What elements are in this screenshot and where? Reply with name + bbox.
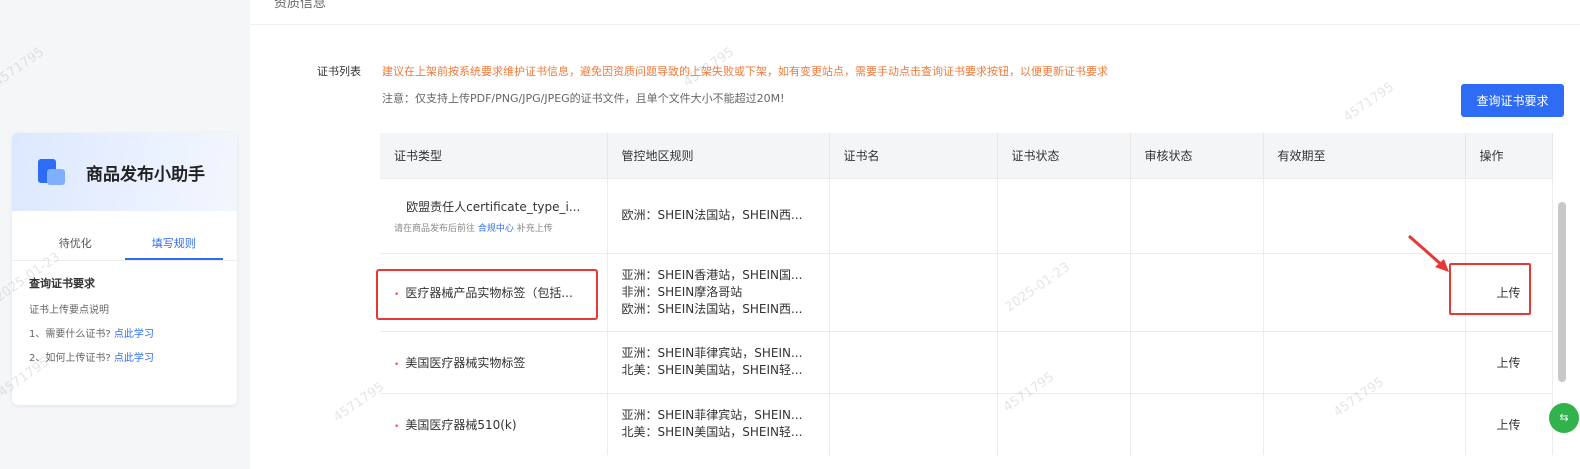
review-status-cell	[1130, 392, 1264, 455]
cert-status-cell	[997, 330, 1131, 393]
col-header-cert-type: 证书类型	[380, 133, 608, 178]
cert-list-label: 证书列表	[317, 65, 361, 78]
watermark: 4571795	[0, 44, 47, 91]
required-mark: •	[394, 359, 400, 370]
cert-type-hint: 请在商品发布后前往 合规中心 补充上传	[394, 221, 607, 234]
highlight-box-medical-label	[376, 269, 598, 320]
region-rules-cell: 亚洲：SHEIN香港站，SHEIN国... 非洲：SHEIN摩洛哥站 欧洲：SH…	[607, 252, 830, 331]
cert-status-cell	[997, 177, 1131, 253]
helper-q2-text: 2、如何上传证书?	[29, 353, 111, 364]
action-cell	[1465, 177, 1553, 253]
helper-heading: 查询证书要求	[29, 277, 95, 290]
region-rule: 亚洲：SHEIN菲律宾站，SHEIN...	[621, 408, 803, 423]
section-title: 资质信息	[274, 0, 327, 11]
cert-type-name: 欧盟责任人certificate_type_i...	[406, 199, 581, 214]
upload-link[interactable]: 上传	[1465, 392, 1553, 455]
helper-q2: 2、如何上传证书? 点此学习	[29, 349, 220, 364]
col-header-valid-until: 有效期至	[1263, 133, 1466, 178]
col-header-region-rules: 管控地区规则	[607, 133, 830, 178]
helper-title: 商品发布小助手	[86, 164, 205, 185]
cert-name-cell	[829, 330, 998, 393]
region-rule: 非洲：SHEIN摩洛哥站	[621, 284, 743, 299]
col-header-cert-status: 证书状态	[997, 133, 1131, 178]
cert-type-cell: • 美国医疗器械实物标签	[380, 330, 608, 393]
region-rule: 亚洲：SHEIN菲律宾站，SHEIN...	[621, 346, 803, 360]
cert-type-cell: 欧盟责任人certificate_type_i... 请在商品发布后前往 合规中…	[380, 177, 608, 253]
cert-name-cell	[829, 177, 998, 253]
table-row: • 美国医疗器械510(k) 亚洲：SHEIN菲律宾站，SHEIN... 北美：S…	[380, 392, 1553, 455]
cert-status-cell	[997, 392, 1131, 455]
floating-helper-button[interactable]: ⇆	[1549, 403, 1579, 433]
col-header-action: 操作	[1465, 133, 1553, 178]
page: 商品发布小助手 待优化 填写规则 查询证书要求 证书上传要点说明 1、需要什么证…	[0, 0, 1580, 469]
region-rule: 欧洲：SHEIN法国站，SHEIN西...	[621, 208, 803, 222]
review-status-cell	[1130, 252, 1264, 331]
highlight-box-upload	[1449, 263, 1531, 315]
table-header-row: 证书类型 管控地区规则 证书名 证书状态 审核状态 有效期至 操作	[380, 133, 1553, 178]
cert-status-cell	[997, 252, 1131, 331]
col-header-cert-name: 证书名	[829, 133, 998, 178]
scrollbar[interactable]	[1558, 202, 1566, 382]
helper-subheading: 证书上传要点说明	[29, 305, 109, 316]
region-rule: 亚洲：SHEIN香港站，SHEIN国...	[621, 267, 803, 282]
cert-type-name: 美国医疗器械510(k)	[405, 417, 517, 432]
cert-hint-prefix: 请在商品发布后前往	[394, 223, 476, 234]
helper-q2-link[interactable]: 点此学习	[114, 353, 154, 364]
region-rules-cell: 亚洲：SHEIN菲律宾站，SHEIN... 北美：SHEIN美国站，SHEIN轻…	[607, 392, 830, 455]
region-rule: 欧洲：SHEIN法国站，SHEIN西...	[621, 301, 803, 316]
table-row: • 美国医疗器械实物标签 亚洲：SHEIN菲律宾站，SHEIN... 北美：SHE…	[380, 330, 1553, 393]
cert-hint-suffix: 补充上传	[516, 223, 553, 234]
region-rules-cell: 亚洲：SHEIN菲律宾站，SHEIN... 北美：SHEIN美国站，SHEIN轻…	[607, 330, 830, 393]
required-mark: •	[394, 421, 400, 432]
helper-q1-text: 1、需要什么证书?	[29, 329, 111, 340]
col-header-review-status: 审核状态	[1130, 133, 1264, 178]
tab-fill-rules[interactable]: 填写规则	[124, 229, 223, 260]
red-arrow-icon	[1408, 234, 1449, 272]
tab-to-optimize[interactable]: 待优化	[26, 229, 125, 260]
helper-q1: 1、需要什么证书? 点此学习	[29, 325, 220, 340]
cert-upload-note: 注意：仅支持上传PDF/PNG/JPG/JPEG的证书文件，且单个文件大小不能超…	[382, 92, 785, 105]
helper-tabs: 待优化 填写规则	[12, 229, 237, 261]
publish-helper-panel: 商品发布小助手 待优化 填写规则 查询证书要求 证书上传要点说明 1、需要什么证…	[12, 133, 237, 405]
region-rules-cell: 欧洲：SHEIN法国站，SHEIN西...	[607, 177, 830, 253]
cert-type-name: 美国医疗器械实物标签	[405, 355, 526, 370]
compliance-center-link[interactable]: 合规中心	[478, 224, 514, 234]
review-status-cell	[1130, 330, 1264, 393]
region-rule: 北美：SHEIN美国站，SHEIN轻...	[621, 363, 803, 377]
helper-header: 商品发布小助手	[12, 133, 237, 211]
section-divider	[250, 24, 1580, 25]
cert-notice: 建议在上架前按系统要求维护证书信息，避免因资质问题导致的上架失败或下架，如有变更…	[382, 65, 1108, 78]
valid-until-cell	[1263, 330, 1466, 393]
region-rule: 北美：SHEIN美国站，SHEIN轻...	[621, 425, 803, 440]
qualification-card: 资质信息 证书列表 建议在上架前按系统要求维护证书信息，避免因资质问题导致的上架…	[250, 0, 1580, 469]
table-row: 欧盟责任人certificate_type_i... 请在商品发布后前往 合规中…	[380, 177, 1553, 253]
helper-body: 查询证书要求 证书上传要点说明 1、需要什么证书? 点此学习 2、如何上传证书?…	[12, 261, 237, 381]
valid-until-cell	[1263, 392, 1466, 455]
cert-name-cell	[829, 252, 998, 331]
upload-link[interactable]: 上传	[1465, 330, 1553, 393]
query-cert-requirements-button[interactable]: 查询证书要求	[1461, 84, 1564, 117]
helper-logo-icon	[38, 157, 68, 187]
review-status-cell	[1130, 177, 1264, 253]
cert-type-cell: • 美国医疗器械510(k)	[380, 392, 608, 455]
helper-q1-link[interactable]: 点此学习	[114, 329, 154, 340]
cert-name-cell	[829, 392, 998, 455]
